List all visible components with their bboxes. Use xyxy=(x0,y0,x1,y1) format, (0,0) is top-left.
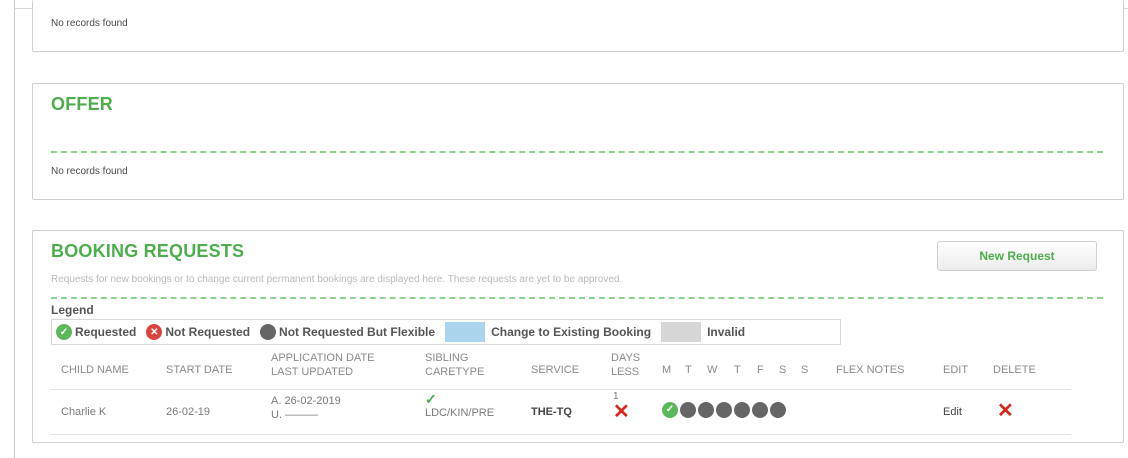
legend-flexible: Not Requested But Flexible xyxy=(260,324,435,340)
empty-message: No records found xyxy=(51,18,128,29)
col-sun: S xyxy=(801,364,809,376)
col-thu: T xyxy=(734,364,741,376)
legend-requested-label: Requested xyxy=(75,325,137,339)
day-mon-requested: ✓ xyxy=(662,402,678,418)
col-sibling-line2: CARETYPE xyxy=(425,366,485,378)
legend-change-label: Change to Existing Booking xyxy=(491,325,652,339)
grey-circle-icon xyxy=(260,324,277,340)
booking-requests-panel: BOOKING REQUESTS New Request Requests fo… xyxy=(32,230,1124,443)
days-less-cell: 1 ✕ xyxy=(613,392,630,423)
col-flex-notes: FLEX NOTES xyxy=(836,364,905,376)
start-date: 26-02-19 xyxy=(166,406,211,418)
legend-not-requested-label: Not Requested xyxy=(165,325,251,339)
col-sat: S xyxy=(779,364,787,376)
page: No records found OFFER No records found … xyxy=(0,0,1128,458)
col-fri: F xyxy=(757,364,764,376)
sibling-cell: ✓ LDC/KIN/PRE xyxy=(425,392,494,420)
col-child-name: CHILD NAME xyxy=(61,364,129,376)
check-circle-icon: ✓ xyxy=(56,324,72,340)
booking-divider xyxy=(51,297,1103,299)
legend-title: Legend xyxy=(51,303,94,317)
application-date-cell: A. 26-02-2019 U. ——— xyxy=(271,394,341,422)
red-x-icon: ✕ xyxy=(613,401,630,423)
col-wed: W xyxy=(707,364,718,376)
col-service: SERVICE xyxy=(531,364,580,376)
caretype: LDC/KIN/PRE xyxy=(425,407,495,419)
col-application-date-line2: LAST UPDATED xyxy=(271,366,354,378)
change-swatch xyxy=(445,322,486,342)
day-thu-flexible xyxy=(716,402,732,418)
day-wed-flexible xyxy=(698,402,714,418)
last-updated: U. ——— xyxy=(271,409,319,421)
day-tue-flexible xyxy=(680,402,696,418)
legend-invalid: Invalid xyxy=(661,322,745,342)
col-edit: EDIT xyxy=(943,364,969,376)
col-sibling: SIBLING CARETYPE xyxy=(425,351,484,379)
col-days-line2: LESS xyxy=(611,366,640,378)
table-row: Charlie K 26-02-19 A. 26-02-2019 U. ——— … xyxy=(51,389,1071,435)
col-mon: M xyxy=(662,364,672,376)
day-fri-flexible xyxy=(734,402,750,418)
offer-empty-message: No records found xyxy=(51,166,128,177)
offer-panel: OFFER No records found xyxy=(32,83,1124,200)
col-application-date-line1: APPLICATION DATE xyxy=(271,352,375,364)
offer-divider xyxy=(51,151,1103,153)
col-delete: DELETE xyxy=(993,364,1036,376)
col-days-line1: DAYS xyxy=(611,352,641,364)
legend: ✓ Requested ✕ Not Requested Not Requeste… xyxy=(51,319,841,345)
booking-requests-description: Requests for new bookings or to change c… xyxy=(51,274,623,285)
col-tue: T xyxy=(685,364,692,376)
new-request-button[interactable]: New Request xyxy=(937,241,1097,271)
col-application-date: APPLICATION DATE LAST UPDATED xyxy=(271,351,375,379)
legend-not-requested: ✕ Not Requested xyxy=(146,324,250,340)
day-sun-flexible xyxy=(770,402,786,418)
child-name: Charlie K xyxy=(61,406,107,418)
offer-title: OFFER xyxy=(51,94,113,114)
legend-flexible-label: Not Requested But Flexible xyxy=(279,325,436,339)
col-days-less: DAYS LESS xyxy=(611,351,640,379)
previous-panel: No records found xyxy=(32,0,1124,52)
col-sibling-line1: SIBLING xyxy=(425,352,469,364)
legend-requested: ✓ Requested xyxy=(56,324,136,340)
application-date: A. 26-02-2019 xyxy=(271,395,341,407)
legend-change: Change to Existing Booking xyxy=(445,322,651,342)
invalid-swatch xyxy=(661,322,702,342)
left-rail xyxy=(14,0,15,458)
legend-invalid-label: Invalid xyxy=(707,325,746,339)
edit-link[interactable]: Edit xyxy=(943,406,962,418)
col-start-date: START DATE xyxy=(166,364,233,376)
day-sat-flexible xyxy=(752,402,768,418)
check-icon: ✓ xyxy=(425,391,437,407)
table-header: CHILD NAME START DATE APPLICATION DATE L… xyxy=(51,351,1071,389)
booking-requests-title: BOOKING REQUESTS xyxy=(51,241,245,261)
delete-icon[interactable]: ✕ xyxy=(997,401,1014,421)
x-circle-icon: ✕ xyxy=(146,324,163,340)
service: THE-TQ xyxy=(531,406,572,418)
